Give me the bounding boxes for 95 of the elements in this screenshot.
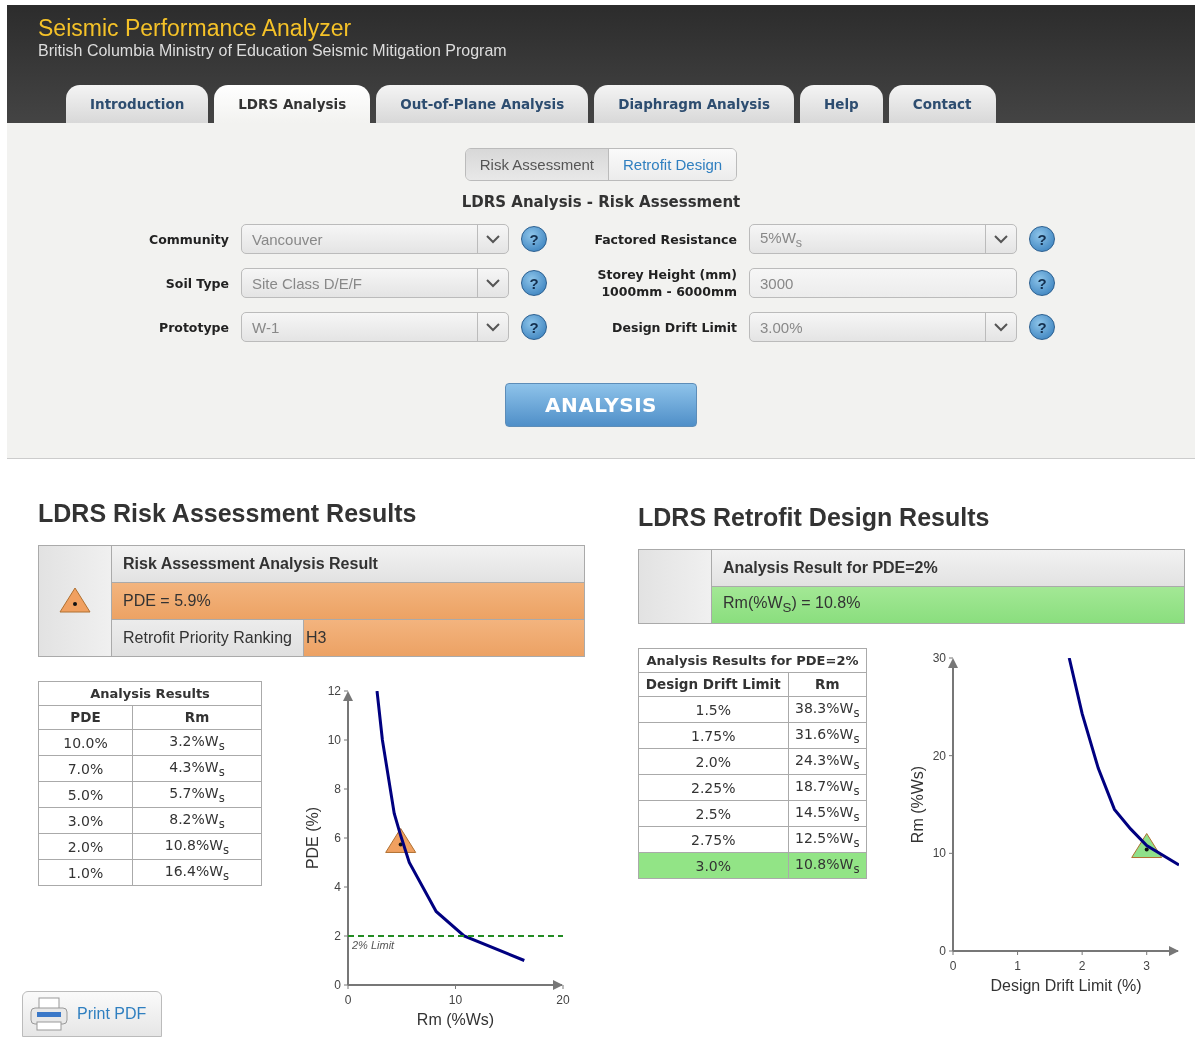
table-cell: 3.0% (638, 852, 788, 879)
print-pdf-button[interactable]: Print PDF (22, 991, 162, 1037)
tick-label: 0 (334, 978, 341, 992)
table-cell: 10.8%W$_{s}$ (788, 852, 867, 879)
tick-label: 3 (1143, 959, 1151, 973)
axis-title: PDE (%) (304, 806, 321, 870)
table-cell: 2.0% (38, 833, 133, 860)
dropdown-field[interactable]: Vancouver (241, 224, 509, 254)
tick-label: 10 (448, 993, 463, 1007)
tick-label: 10 (932, 846, 946, 861)
card-heading: Analysis Result for PDE=2% (712, 550, 1184, 587)
table-caption: Analysis Results for PDE=2% (638, 648, 867, 673)
help-button[interactable]: ? (1029, 226, 1055, 252)
tick-label: 20 (556, 993, 570, 1007)
app-title: Seismic Performance Analyzer (38, 15, 353, 41)
axis-title: Design Drift Limit (%) (990, 977, 1142, 994)
result-value: Rm(%W$_{S}$) = 10.8% (712, 587, 1184, 623)
axis-title: Rm (%Ws) (416, 1011, 495, 1028)
table-cell: 10.8%W$_{s}$ (132, 833, 262, 860)
tick-label: 0 (344, 993, 352, 1007)
table-caption: Analysis Results (38, 681, 262, 706)
table-cell: 38.3%W$_{s}$ (788, 696, 867, 723)
nav-tab[interactable]: Contact (888, 85, 996, 123)
section-title: LDRS Risk Assessment Results (38, 499, 418, 529)
column-header: Rm (788, 672, 867, 697)
table-cell: 3.0% (38, 807, 133, 834)
nav-tab[interactable]: Introduction (66, 85, 209, 123)
card-heading: Risk Assessment Analysis Result (112, 546, 584, 583)
table-cell: 12.5%W$_{s}$ (788, 826, 867, 853)
table-cell: 24.3%W$_{s}$ (788, 748, 867, 775)
help-button[interactable]: ? (521, 270, 547, 296)
field-hint: 1000mm - 6000mm (601, 284, 737, 299)
table-cell: 16.4%W$_{s}$ (132, 859, 262, 886)
table-cell: 2.75% (638, 826, 788, 853)
section-title: LDRS Retrofit Design Results (638, 503, 991, 533)
ranking-value: H3 (303, 620, 584, 656)
dropdown-field[interactable]: 5%W$_{s}$ (749, 224, 1017, 254)
tick-label: 0 (949, 959, 957, 973)
table-cell: 14.5%W$_{s}$ (788, 800, 867, 827)
tick-label: 30 (932, 651, 946, 665)
tick-label: 10 (327, 733, 341, 747)
axis-title: Rm (%Ws) (909, 765, 926, 844)
table-cell: 18.7%W$_{s}$ (788, 774, 867, 801)
nav-tab[interactable]: Help (799, 85, 883, 123)
help-button[interactable]: ? (1029, 270, 1055, 296)
table-cell: 5.0% (38, 781, 133, 808)
nav-tab[interactable]: Diaphragm Analysis (594, 85, 794, 123)
dropdown-field[interactable]: Site Class D/E/F (241, 268, 509, 298)
tick-label: 6 (334, 831, 341, 845)
table-cell: 2.0% (638, 748, 788, 775)
table-cell: 2.25% (638, 774, 788, 801)
field-label: Soil Type (165, 275, 229, 291)
table-cell: 2.5% (638, 800, 788, 827)
table-cell: 3.2%W$_{s}$ (132, 729, 262, 756)
tick-label: 4 (334, 880, 341, 894)
tick-label: 12 (327, 684, 341, 698)
tick-label: 20 (932, 748, 946, 763)
tick-label: 0 (939, 944, 946, 958)
table-cell: 10.0% (38, 729, 133, 756)
field-label: Community (148, 231, 229, 247)
column-header: Design Drift Limit (638, 672, 788, 697)
result-value: PDE = 5.9% (112, 583, 584, 619)
app-subtitle: British Columbia Ministry of Education Seismic Mitigation Program (38, 41, 508, 61)
storey-height-input[interactable]: 3000 (749, 268, 1017, 298)
tick-label: 8 (334, 782, 341, 796)
table-cell: 8.2%W$_{s}$ (132, 807, 262, 834)
field-label: Design Drift Limit (612, 319, 737, 335)
table-cell: 5.7%W$_{s}$ (132, 781, 262, 808)
table-cell: 1.75% (638, 722, 788, 749)
dropdown-field[interactable]: 3.00% (749, 312, 1017, 342)
nav-tab[interactable]: Out-of-Plane Analysis (376, 85, 589, 123)
tick-label: 2 (1078, 959, 1086, 973)
dropdown-field[interactable]: W-1 (241, 312, 509, 342)
table-cell: 7.0% (38, 755, 133, 782)
field-label: Storey Height (mm) (597, 267, 737, 282)
tick-label: 1 (1014, 959, 1021, 973)
mode-toggle-button[interactable]: Retrofit Design (609, 149, 737, 180)
table-cell: 1.0% (38, 859, 133, 886)
mode-toggle-button[interactable]: Risk Assessment (465, 149, 609, 180)
help-button[interactable]: ? (1029, 314, 1055, 340)
form-title: LDRS Analysis - Risk Assessment (461, 193, 741, 211)
nav-tab[interactable]: LDRS Analysis (214, 85, 371, 123)
limit-label: 2% Limit (352, 939, 395, 951)
field-label: Prototype (158, 319, 229, 335)
column-header: Rm (132, 705, 262, 730)
help-button[interactable]: ? (521, 314, 547, 340)
column-header: PDE (38, 705, 133, 730)
field-label: Factored Resistance (594, 231, 737, 247)
table-cell: 1.5% (638, 696, 788, 723)
help-button[interactable]: ? (521, 226, 547, 252)
table-cell: 31.6%W$_{s}$ (788, 722, 867, 749)
tick-label: 2 (334, 929, 341, 943)
ranking-label: Retrofit Priority Ranking (112, 620, 304, 656)
table-cell: 4.3%W$_{s}$ (132, 755, 262, 782)
printer-icon (29, 996, 69, 1032)
